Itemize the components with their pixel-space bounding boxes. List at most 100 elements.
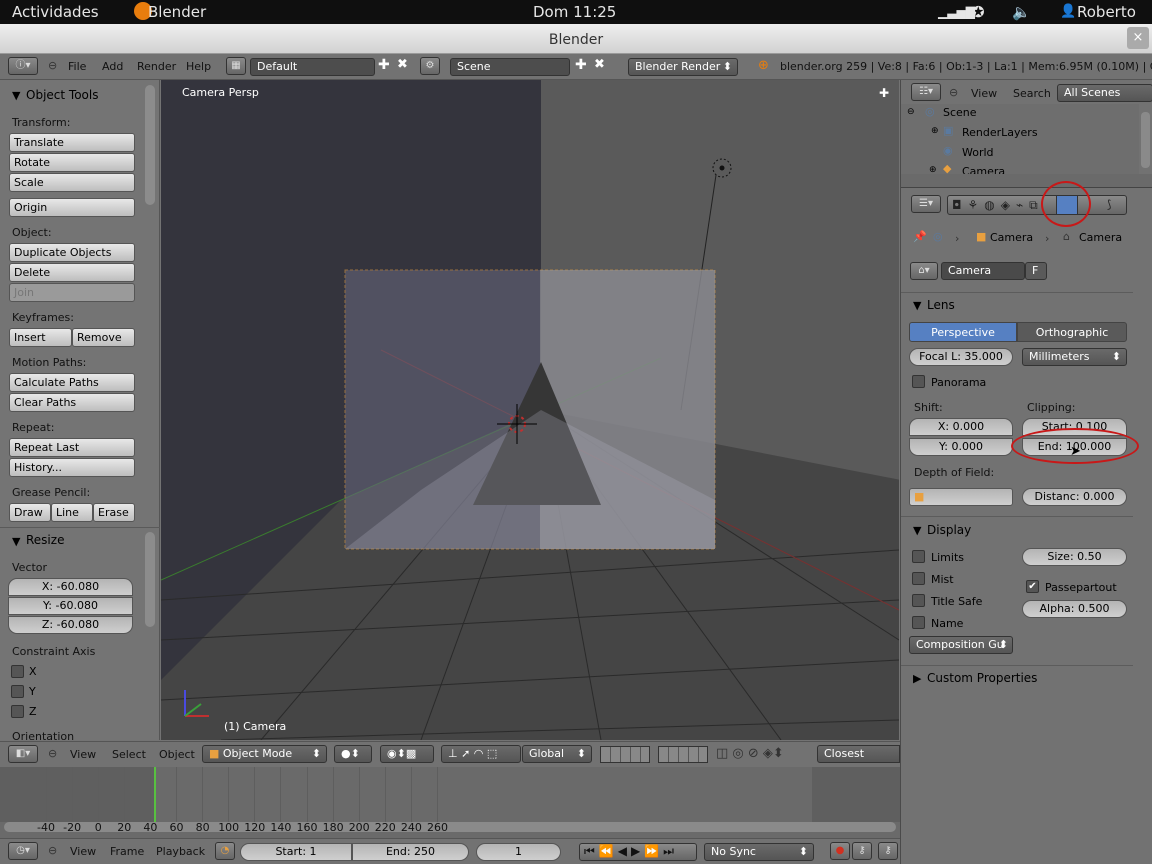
lens-panel-title[interactable]: Lens [927,298,955,312]
menu-object[interactable]: Object [159,748,195,761]
vector-x-field[interactable]: X: -60.080 [8,578,133,596]
expand-icon[interactable]: ⊖ [907,107,915,117]
keying-set-icon[interactable]: ⚷ [878,842,898,860]
current-frame-line[interactable] [154,767,156,822]
lock-layers-icon[interactable]: ◫ ◎ ⊘ ◈⬍ [716,746,784,761]
shift-x-field[interactable]: X: 0.000 [909,418,1013,436]
object-tools-title[interactable]: Object Tools [26,88,98,102]
outliner-menu-search[interactable]: Search [1013,87,1051,100]
name-checkbox[interactable] [912,616,925,629]
vector-y-field[interactable]: Y: -60.080 [8,597,133,615]
sync-dropdown[interactable]: No Sync ⬍ [704,843,814,861]
preview-range-icon[interactable]: ◔ [215,842,235,860]
current-frame-field[interactable]: 1 [476,843,561,861]
dof-distance-field[interactable]: Distanc: 0.000 [1022,488,1127,506]
collapse-menu-icon[interactable]: ⊖ [48,747,57,760]
3d-viewport[interactable]: Camera Persp ✚ (1) Camera [161,80,899,740]
scene-field[interactable]: Scene [450,58,570,76]
constraint-z-checkbox[interactable] [11,705,24,718]
dof-object-field[interactable]: ■ [909,488,1013,506]
layer-buttons-2[interactable] [658,746,708,763]
layer-buttons-1[interactable] [600,746,650,763]
viewport-shading-dropdown[interactable]: ●⬍ [334,745,372,763]
user-menu[interactable]: Roberto [1077,3,1136,21]
focal-length-field[interactable]: Focal L: 35.000 [909,348,1013,366]
texture-tab-icon[interactable]: ⟆ [1107,198,1111,211]
timeline-editor[interactable]: -40 -20 0 20 40 60 80 100 120 140 160 180 200 220 240 2… [0,767,900,838]
grease-erase-button[interactable]: Erase [93,503,135,522]
rotate-button[interactable]: Rotate [9,153,135,172]
insert-keyframe-button[interactable]: Insert [9,328,72,347]
grease-draw-button[interactable]: Draw [9,503,51,522]
history-button[interactable]: History... [9,458,135,477]
playback-controls[interactable]: ⏮⏪◀▶⏩⏭ [579,843,697,861]
custom-props-expand-icon[interactable]: ▶ [913,672,921,685]
passepartout-checkbox[interactable]: ✔ [1026,580,1039,593]
keying-icon[interactable]: ⚷ [852,842,872,860]
menu-render[interactable]: Render [137,60,176,73]
duplicate-objects-button[interactable]: Duplicate Objects [9,243,135,262]
mode-dropdown[interactable]: ■ Object Mode ⬍ [202,745,327,763]
menu-file[interactable]: File [68,60,86,73]
resize-collapse-icon[interactable]: ▼ [12,535,20,548]
collapse-triangle-icon[interactable]: ▼ [12,89,20,102]
expand-icon[interactable]: ⊕ [931,126,939,136]
window-close-button[interactable]: × [1127,27,1149,49]
custom-properties-title[interactable]: Custom Properties [927,671,1037,685]
network-icon[interactable]: ▁▃▅▇ [938,5,975,19]
collapse-menu-icon[interactable]: ⊖ [949,86,958,99]
screen-layout-icon[interactable]: ▦ [226,57,246,75]
camera-datablock-browse-icon[interactable]: ⌂▾ [910,262,938,280]
outliner-item-world[interactable]: World [962,146,994,159]
composition-guides-dropdown[interactable]: Composition Gu ⬍ [909,636,1013,654]
scene-icon[interactable]: ⚙ [420,57,440,75]
editor-type-properties-icon[interactable]: ☰▾ [911,195,941,213]
outliner-scrollbar[interactable] [1141,112,1150,168]
join-button[interactable]: Join [9,283,135,302]
collapse-menu-icon[interactable]: ⊖ [48,59,57,72]
fake-user-button[interactable]: F [1025,262,1047,280]
properties-context-tabs[interactable]: ◘⚘◍◈⌁⧉ [947,195,1127,215]
title-safe-checkbox[interactable] [912,594,925,607]
display-collapse-icon[interactable]: ▼ [913,524,921,537]
outliner-filter-dropdown[interactable]: All Scenes [1057,84,1152,102]
delete-button[interactable]: Delete [9,263,135,282]
screen-layout-field[interactable]: Default [250,58,375,76]
clear-paths-button[interactable]: Clear Paths [9,393,135,412]
collapse-menu-icon[interactable]: ⊖ [48,844,57,857]
passepartout-alpha-field[interactable]: Alpha: 0.500 [1022,600,1127,618]
panorama-checkbox[interactable] [912,375,925,388]
constraint-x-checkbox[interactable] [11,665,24,678]
editor-type-outliner-icon[interactable]: ☷▾ [911,83,941,101]
outliner-hscroll[interactable] [901,174,1152,188]
viewport-plus-icon[interactable]: ✚ [879,86,889,100]
render-engine-dropdown[interactable]: Blender Render ⬍ [628,58,738,76]
lens-collapse-icon[interactable]: ▼ [913,299,921,312]
breadcrumb-object[interactable]: Camera [990,231,1033,244]
scale-button[interactable]: Scale [9,173,135,192]
add-scene-icon[interactable]: ✚ [575,57,587,73]
menu-playback[interactable]: Playback [156,845,205,858]
accessibility-icon[interactable]: ✪ [972,3,985,21]
outliner[interactable]: ⊖ ◎ Scene ⊕ ▣ RenderLayers ◉ World ⊕ ◆ C… [901,104,1139,175]
limits-checkbox[interactable] [912,550,925,563]
remove-scene-icon[interactable]: ✖ [594,57,605,72]
outliner-menu-view[interactable]: View [971,87,997,100]
grease-line-button[interactable]: Line [51,503,93,522]
outliner-item-scene[interactable]: Scene [943,106,977,119]
start-frame-field[interactable]: Start: 1 [240,843,352,861]
menu-view[interactable]: View [70,845,96,858]
manipulator-buttons[interactable]: ⊥ ➚ ◠ ⬚ [441,745,521,763]
editor-type-timeline-icon[interactable]: ◷▾ [8,842,38,860]
activities-button[interactable]: Actividades [12,3,99,21]
camera-datablock-name[interactable]: Camera [941,262,1025,280]
outliner-item-renderlayers[interactable]: RenderLayers [962,126,1038,139]
menu-view[interactable]: View [70,748,96,761]
mist-checkbox[interactable] [912,572,925,585]
resize-title[interactable]: Resize [26,533,64,547]
app-menu[interactable]: Blender [148,3,206,21]
remove-keyframe-button[interactable]: Remove [72,328,135,347]
constraint-y-checkbox[interactable] [11,685,24,698]
add-layout-icon[interactable]: ✚ [378,57,390,73]
record-icon[interactable]: ● [830,842,850,860]
